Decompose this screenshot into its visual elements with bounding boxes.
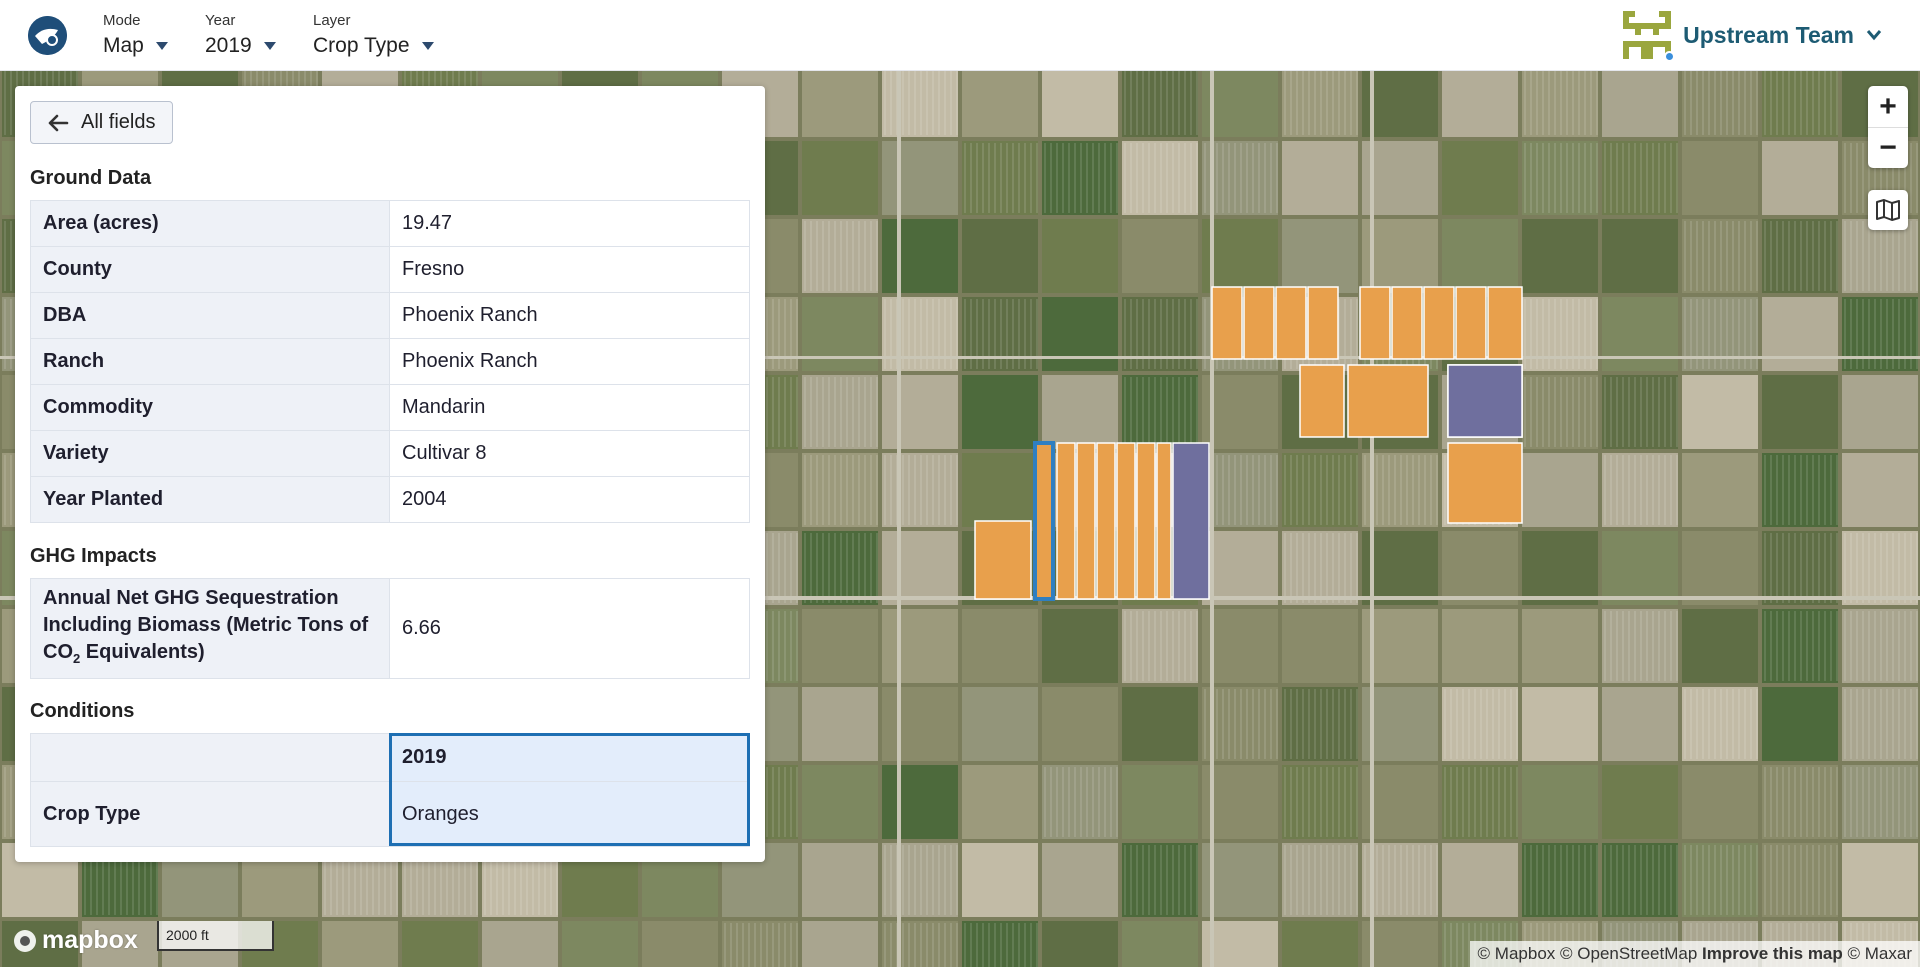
ground-data-value: Cultivar 8	[389, 430, 750, 477]
ground-data-key: DBA	[30, 292, 390, 339]
ground-data-value: Phoenix Ranch	[389, 338, 750, 385]
ground-data-key: Ranch	[30, 338, 390, 385]
chevron-down-icon	[155, 42, 168, 50]
ground-data-table: Area (acres) 19.47 County Fresno DBA Phoenix …	[30, 200, 750, 523]
avatar	[1623, 11, 1676, 62]
conditions-table: 2019 Crop Type Oranges	[30, 733, 750, 847]
chevron-down-icon	[263, 42, 276, 50]
arrow-left-icon	[48, 114, 69, 131]
map-icon	[1876, 199, 1900, 221]
year-label: Year	[205, 12, 236, 29]
ghg-key-line3-post: Equivalents)	[80, 641, 205, 663]
table-row: DBA Phoenix Ranch	[30, 292, 750, 339]
ground-data-key: County	[30, 246, 390, 293]
ground-data-value: Phoenix Ranch	[389, 292, 750, 339]
chevron-down-icon	[1866, 30, 1882, 41]
ground-data-value: 2004	[389, 476, 750, 523]
all-fields-label: All fields	[81, 111, 156, 133]
ground-data-key: Year Planted	[30, 476, 390, 523]
ghg-title: GHG Impacts	[30, 545, 157, 567]
ground-data-key: Area (acres)	[30, 200, 390, 247]
map-attribution: © Mapbox © OpenStreetMap Improve this ma…	[1469, 941, 1920, 967]
conditions-row-key: Crop Type	[30, 781, 390, 847]
ground-data-key: Variety	[30, 430, 390, 477]
mapbox-logo[interactable]: mapbox	[12, 926, 138, 955]
layer-selector[interactable]: Layer Crop Type	[313, 12, 434, 58]
year-selector[interactable]: Year 2019	[205, 12, 276, 58]
ghg-value: 6.66	[389, 578, 750, 679]
ghg-key-line2: Including Biomass (Metric Tons of	[43, 614, 369, 636]
table-row: Variety Cultivar 8	[30, 430, 750, 477]
zoom-in-button[interactable]: +	[1868, 86, 1908, 127]
ghg-key-line1: Annual Net GHG Sequestration	[43, 587, 339, 609]
improve-map-link[interactable]: Improve this map	[1702, 944, 1843, 963]
ghg-key-line3-pre: CO	[43, 641, 73, 663]
ground-data-title: Ground Data	[30, 167, 152, 189]
table-row: Area (acres) 19.47	[30, 200, 750, 247]
chevron-down-icon	[421, 42, 434, 50]
mode-selector[interactable]: Mode Map	[103, 12, 168, 58]
layer-value: Crop Type	[313, 34, 410, 57]
app-logo[interactable]	[28, 16, 67, 55]
conditions-row-value[interactable]: Oranges	[389, 781, 750, 847]
team-menu[interactable]: Upstream Team	[1623, 11, 1882, 62]
team-name: Upstream Team	[1683, 21, 1854, 48]
conditions-title: Conditions	[30, 700, 135, 722]
zoom-control: + −	[1868, 86, 1908, 168]
conditions-corner-cell	[30, 733, 390, 782]
field-detail-panel: All fields Ground Data Area (acres) 19.47…	[15, 86, 765, 862]
top-header: Mode Map Year 2019 Layer Crop Type Upstr…	[0, 0, 1920, 71]
conditions-year-header[interactable]: 2019	[389, 733, 750, 782]
table-row: County Fresno	[30, 246, 750, 293]
layer-label: Layer	[313, 12, 351, 29]
mode-value: Map	[103, 34, 144, 57]
zoom-out-button[interactable]: −	[1868, 127, 1908, 168]
year-value: 2019	[205, 34, 252, 57]
all-fields-button[interactable]: All fields	[30, 101, 173, 144]
table-row: Annual Net GHG Sequestration Including B…	[30, 578, 750, 679]
table-row: 2019	[30, 733, 750, 782]
table-row: Commodity Mandarin	[30, 384, 750, 431]
scale-bar: 2000 ft	[157, 921, 274, 951]
ground-data-value: 19.47	[389, 200, 750, 247]
table-row: Ranch Phoenix Ranch	[30, 338, 750, 385]
status-dot	[1664, 51, 1676, 62]
table-row: Crop Type Oranges	[30, 781, 750, 847]
table-row: Year Planted 2004	[30, 476, 750, 523]
attribution-osm[interactable]: © OpenStreetMap	[1560, 944, 1697, 963]
ghg-table: Annual Net GHG Sequestration Including B…	[30, 578, 750, 679]
ground-data-value: Mandarin	[389, 384, 750, 431]
scale-label: 2000 ft	[166, 927, 209, 943]
mapbox-icon	[14, 929, 36, 952]
ground-data-value: Fresno	[389, 246, 750, 293]
basemap-toggle-button[interactable]	[1868, 190, 1908, 230]
attribution-mapbox[interactable]: © Mapbox	[1478, 944, 1556, 963]
mode-label: Mode	[103, 12, 141, 29]
ground-data-key: Commodity	[30, 384, 390, 431]
attribution-maxar[interactable]: © Maxar	[1848, 944, 1912, 963]
mapbox-label: mapbox	[42, 926, 138, 954]
ghg-key: Annual Net GHG Sequestration Including B…	[30, 578, 390, 679]
